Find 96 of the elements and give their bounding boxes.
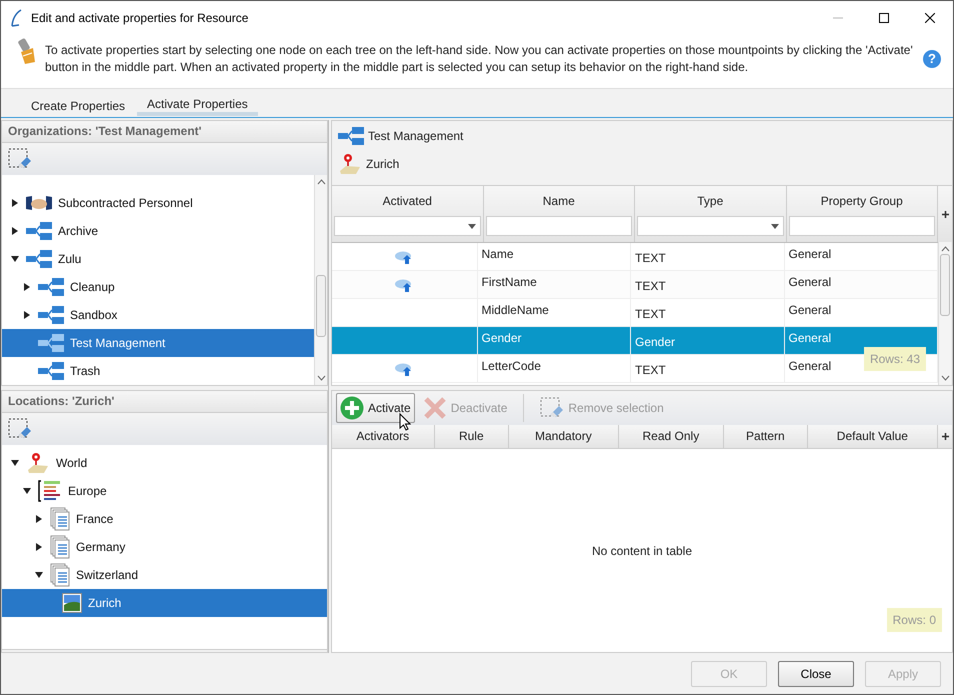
map-pin-icon — [26, 452, 50, 474]
table-cell: MiddleName — [478, 299, 631, 326]
hierarchy-icon — [26, 250, 52, 268]
row-count-badge: Rows: 0 — [886, 608, 942, 632]
scroll-down-icon[interactable] — [940, 375, 950, 381]
panel-title: Organizations: 'Test Management' — [2, 121, 327, 143]
column-header[interactable]: Default Value — [808, 425, 938, 448]
dropdown-arrow-icon[interactable] — [770, 224, 778, 228]
panel-title: Locations: 'Zurich' — [2, 391, 327, 413]
table-cell: TEXT — [631, 299, 784, 326]
column-header[interactable]: Mandatory — [509, 425, 619, 448]
tree-item[interactable]: France — [2, 505, 327, 533]
tree-item[interactable]: Sandbox — [2, 301, 314, 329]
column-header[interactable]: Rule — [434, 425, 510, 448]
vertical-scrollbar[interactable] — [938, 242, 951, 385]
clear-selection-button[interactable] — [8, 418, 32, 440]
hierarchy-icon — [26, 222, 52, 240]
collapse-arrow-icon[interactable] — [10, 458, 20, 468]
plus-icon — [942, 433, 949, 440]
mouse-pointer-icon — [399, 413, 411, 431]
table-cell: TEXT — [631, 243, 784, 270]
tree-item[interactable]: Germany — [2, 533, 327, 561]
clear-selection-button[interactable] — [8, 148, 32, 170]
mountpoint-label: Test Management — [368, 129, 464, 143]
plus-circle-icon — [340, 396, 364, 420]
hierarchy-icon — [38, 334, 64, 352]
expand-arrow-icon[interactable] — [22, 282, 32, 292]
table-cell: LetterCode — [478, 355, 631, 382]
column-header[interactable]: Activated — [334, 186, 480, 216]
collapse-arrow-icon[interactable] — [34, 570, 44, 580]
column-header[interactable]: Pattern — [724, 425, 808, 448]
tree-item[interactable]: Trash — [2, 357, 314, 385]
row-count-badge: Rows: 43 — [864, 347, 926, 371]
toolbar-button[interactable]: Activate — [336, 393, 415, 423]
colored-bars-icon — [38, 480, 62, 502]
documents-icon — [50, 563, 70, 587]
tree-item[interactable]: Subcontracted Personnel — [2, 189, 314, 217]
scroll-up-icon[interactable] — [316, 179, 326, 185]
tree-item[interactable]: Zurich — [2, 589, 327, 617]
collapse-arrow-icon[interactable] — [22, 486, 32, 496]
scroll-up-icon[interactable] — [940, 246, 950, 252]
dialog-button[interactable]: Close — [778, 660, 854, 686]
table-cell: TEXT — [631, 355, 784, 382]
scroll-thumb[interactable] — [316, 275, 326, 337]
empty-table-message: No content in table — [592, 544, 692, 558]
expand-arrow-icon[interactable] — [10, 226, 20, 236]
documents-icon — [50, 535, 70, 559]
clear-selection-icon — [8, 418, 32, 440]
tree-item[interactable]: Switzerland — [2, 561, 327, 589]
table-cell: TEXT — [631, 271, 784, 298]
vertical-scrollbar[interactable] — [314, 175, 327, 385]
tab[interactable]: Activate Properties — [137, 89, 258, 116]
tree-item[interactable]: Cleanup — [2, 273, 314, 301]
cross-icon — [422, 396, 447, 420]
table-cell: Gender — [631, 327, 784, 354]
mountpoint-label: Zurich — [366, 157, 400, 171]
hierarchy-icon — [38, 306, 64, 324]
hierarchy-icon — [38, 278, 64, 296]
window-title: Edit and activate properties for Resource — [31, 10, 248, 24]
maximize-icon — [879, 12, 889, 22]
map-pin-icon — [338, 153, 362, 175]
collapse-arrow-icon[interactable] — [10, 254, 20, 264]
table-cell: FirstName — [478, 271, 631, 298]
clear-selection-icon — [8, 148, 32, 170]
landscape-picture-icon — [62, 593, 82, 613]
expand-arrow-icon[interactable] — [34, 514, 44, 524]
expand-arrow-icon[interactable] — [22, 310, 32, 320]
close-icon — [925, 12, 935, 22]
column-header[interactable]: Type — [637, 186, 784, 216]
clear-selection-icon — [540, 397, 564, 419]
dropdown-arrow-icon[interactable] — [468, 224, 476, 228]
hierarchy-icon — [38, 362, 64, 380]
scroll-down-icon[interactable] — [316, 375, 326, 381]
expand-arrow-icon[interactable] — [34, 542, 44, 552]
tree-item[interactable]: Archive — [2, 217, 314, 245]
plus-icon — [942, 210, 948, 218]
tree-item[interactable]: World — [2, 449, 327, 477]
instructions-text: To activate properties start by selecting one node on each tree on the left-hand side. Now you can activate properties on those mountpoints by clicking the 'Activate' button in the middle part. When an activated property in the middle part is selected you can setup its behavior on the right-hand side. — [45, 42, 914, 76]
table-cell: Gender — [478, 327, 631, 354]
expand-arrow-icon[interactable] — [10, 198, 20, 208]
tree-item[interactable]: Europe — [2, 477, 327, 505]
handshake-icon — [26, 194, 52, 212]
filter-field[interactable] — [486, 216, 632, 236]
scroll-thumb[interactable] — [940, 254, 950, 316]
table-row[interactable]: FirstName TEXT General — [332, 271, 938, 299]
hierarchy-icon — [338, 127, 364, 145]
documents-icon — [50, 507, 70, 531]
column-header[interactable]: Property Group — [788, 186, 935, 216]
filter-field[interactable] — [788, 216, 935, 236]
table-cell: Name — [478, 243, 631, 270]
column-header[interactable]: Read Only — [618, 425, 724, 448]
tree-item[interactable]: Test Management — [2, 329, 314, 357]
tree-item[interactable]: Zulu — [2, 245, 314, 273]
column-header[interactable]: Name — [486, 186, 632, 216]
tab[interactable]: Create Properties — [21, 89, 136, 116]
column-header[interactable]: Activators — [332, 425, 434, 448]
